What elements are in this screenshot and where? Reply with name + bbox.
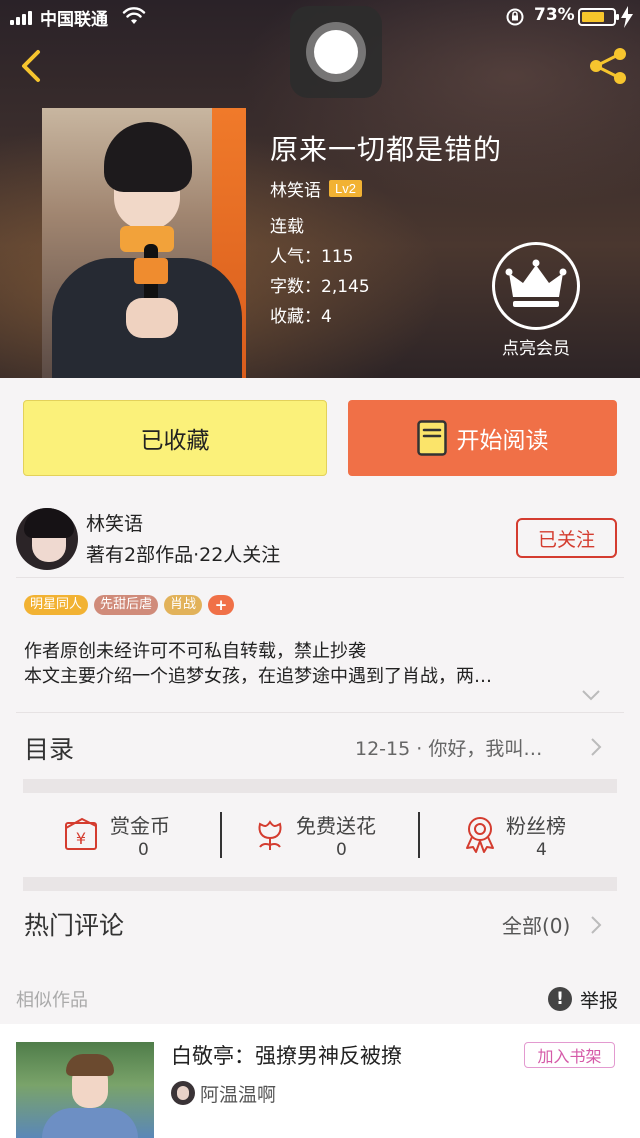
tag-item[interactable]: 先甜后虐 <box>94 595 159 615</box>
battery-percent: 73% <box>534 5 575 25</box>
stat-divider <box>220 812 222 858</box>
book-word-count: 字数：2,145 <box>270 277 370 297</box>
vip-crown-button[interactable] <box>492 242 580 330</box>
book-author-line: 林笑语 Lv2 <box>270 176 362 201</box>
vip-label[interactable]: 点亮会员 <box>490 334 582 359</box>
author-stats: 著有2部作品·22人关注 <box>86 544 281 566</box>
similar-author-avatar <box>171 1081 195 1105</box>
charging-icon <box>621 6 633 28</box>
fan-ranking-value: 4 <box>536 840 547 860</box>
author-name[interactable]: 林笑语 <box>86 509 143 536</box>
divider <box>16 577 624 578</box>
stat-divider <box>418 812 420 858</box>
description-line: 本文主要介绍一个追梦女孩，在追梦途中遇到了肖战，两… <box>24 666 492 687</box>
reward-coins-stat[interactable]: ¥ 赏金币 0 <box>62 808 192 864</box>
chevron-right-icon[interactable] <box>589 736 603 758</box>
send-flower-label: 免费送花 <box>296 814 376 838</box>
similar-book-author: 阿温温啊 <box>200 1084 277 1106</box>
add-to-shelf-button[interactable]: 加入书架 <box>524 1042 615 1068</box>
hot-comments-label: 热门评论 <box>24 911 125 940</box>
send-flower-stat[interactable]: 免费送花 0 <box>250 808 400 864</box>
add-tag-button[interactable]: + <box>208 595 235 615</box>
send-flower-value: 0 <box>336 840 347 860</box>
all-comments-link[interactable]: 全部(0) <box>502 910 570 939</box>
battery-icon <box>578 8 619 26</box>
add-to-shelf-label: 加入书架 <box>537 1047 602 1066</box>
start-reading-button[interactable]: 开始阅读 <box>348 400 617 476</box>
following-button[interactable]: 已关注 <box>516 518 617 558</box>
book-header: 中国联通 73% 原来一切都是错的 林笑语 Lv2 连载 人气：115 字数：2… <box>0 0 640 378</box>
carrier-name: 中国联通 <box>40 10 108 30</box>
book-status: 连载 <box>270 217 304 237</box>
tag-list: 明星同人 先甜后虐 肖战 + <box>24 595 235 615</box>
following-label: 已关注 <box>537 528 595 551</box>
author-avatar[interactable] <box>16 508 78 570</box>
section-band <box>23 779 617 793</box>
svg-text:¥: ¥ <box>76 829 86 848</box>
similar-book-title[interactable]: 白敬亭：强撩男神反被撩 <box>171 1040 402 1070</box>
wifi-icon <box>122 7 146 24</box>
rotation-lock-icon <box>506 8 524 26</box>
tag-item[interactable]: 肖战 <box>164 595 203 615</box>
section-band <box>23 877 617 891</box>
share-icon[interactable] <box>586 44 630 88</box>
start-reading-label: 开始阅读 <box>456 428 549 454</box>
description-line: 作者原创未经许可不可私自转载，禁止抄袭 <box>24 641 366 662</box>
toc-label[interactable]: 目录 <box>24 730 74 766</box>
report-icon[interactable]: ! <box>548 987 572 1011</box>
book-popularity: 人气：115 <box>270 247 354 267</box>
signal-icon <box>10 11 32 25</box>
divider <box>16 712 624 713</box>
medal-icon <box>466 817 494 853</box>
similar-book-cover[interactable] <box>16 1042 154 1138</box>
crown-icon <box>505 259 567 307</box>
coin-envelope-icon: ¥ <box>65 817 97 850</box>
book-author[interactable]: 林笑语 <box>270 176 321 201</box>
flower-icon <box>258 820 282 850</box>
book-cover <box>42 108 246 378</box>
report-button[interactable]: 举报 <box>580 986 618 1013</box>
collected-button-label: 已收藏 <box>140 428 210 454</box>
toc-latest-chapter[interactable]: 12-15 · 你好，我叫… <box>355 734 542 761</box>
reward-coins-value: 0 <box>138 840 149 860</box>
collected-button[interactable]: 已收藏 <box>23 400 327 476</box>
tag-item[interactable]: 明星同人 <box>24 595 89 615</box>
assistive-touch-button[interactable] <box>290 6 382 98</box>
book-favorites: 收藏：4 <box>270 307 332 327</box>
expand-chevron-icon[interactable] <box>580 688 602 702</box>
fan-ranking-label: 粉丝榜 <box>506 814 566 838</box>
back-icon[interactable] <box>12 46 52 86</box>
book-title: 原来一切都是错的 <box>270 133 503 166</box>
similar-works-label: 相似作品 <box>16 990 88 1011</box>
chevron-right-icon[interactable] <box>589 914 603 936</box>
book-icon <box>416 420 447 456</box>
author-level-badge: Lv2 <box>329 180 362 197</box>
fan-ranking-stat[interactable]: 粉丝榜 4 <box>460 808 590 864</box>
reward-coins-label: 赏金币 <box>110 814 170 838</box>
